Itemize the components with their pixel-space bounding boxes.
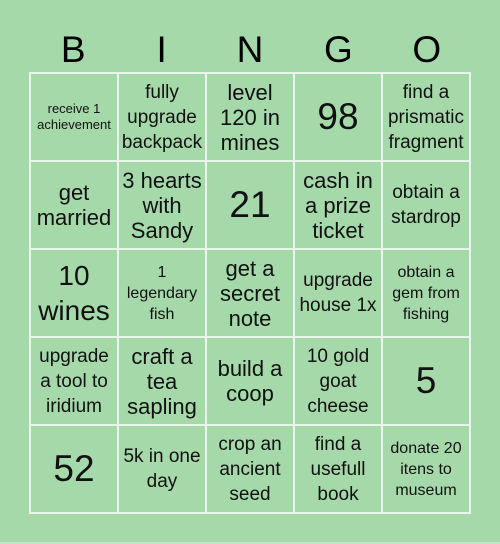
bingo-cell[interactable]: 10 gold goat cheese: [295, 338, 383, 426]
header-letter-b: B: [60, 29, 86, 70]
cell-text: find a usefull book: [310, 433, 366, 505]
bingo-cell[interactable]: fully upgrade backpack: [119, 74, 207, 162]
bingo-cell[interactable]: upgrade a tool to iridium: [31, 338, 119, 426]
bingo-cell[interactable]: get a secret note: [207, 250, 295, 338]
cell-text: 3 hearts with Sandy: [122, 167, 202, 243]
cell-text: 5k in one day: [123, 446, 201, 492]
cell-text: upgrade a tool to iridium: [39, 345, 109, 417]
bingo-board: receive 1 achievement fully upgrade back…: [29, 72, 471, 514]
cell-text: 5: [415, 360, 437, 401]
cell-text: get married: [36, 180, 112, 230]
cell-text: craft a tea sapling: [127, 343, 197, 419]
header-letter-n: N: [236, 29, 264, 70]
bingo-cell[interactable]: donate 20 itens to museum: [383, 426, 471, 514]
header-letter-o: O: [412, 29, 442, 70]
bingo-cell[interactable]: receive 1 achievement: [31, 74, 119, 162]
bingo-cell[interactable]: get married: [31, 162, 119, 250]
cell-text: crop an ancient seed: [218, 433, 282, 505]
cell-text: level 120 in mines: [220, 79, 280, 155]
bingo-cell[interactable]: find a prismatic fragment: [383, 74, 471, 162]
bingo-cell[interactable]: level 120 in mines: [207, 74, 295, 162]
bingo-header: B I N G O: [29, 28, 471, 72]
cell-text: 98: [317, 96, 359, 137]
bingo-cell[interactable]: obtain a gem from fishing: [383, 250, 471, 338]
bingo-cell[interactable]: crop an ancient seed: [207, 426, 295, 514]
cell-text: donate 20 itens to museum: [390, 439, 462, 499]
cell-text: 52: [53, 448, 95, 489]
bingo-cell[interactable]: find a usefull book: [295, 426, 383, 514]
bingo-cell[interactable]: 10 wines: [31, 250, 119, 338]
cell-text: cash in a prize ticket: [303, 167, 373, 243]
bingo-cell[interactable]: 5k in one day: [119, 426, 207, 514]
bingo-cell[interactable]: 5: [383, 338, 471, 426]
bingo-cell[interactable]: cash in a prize ticket: [295, 162, 383, 250]
cell-text: 10 wines: [38, 260, 110, 326]
cell-text: find a prismatic fragment: [387, 81, 464, 153]
bingo-cell[interactable]: build a coop: [207, 338, 295, 426]
cell-text: upgrade house 1x: [299, 270, 377, 316]
cell-text: get a secret note: [220, 255, 280, 331]
bingo-cell[interactable]: craft a tea sapling: [119, 338, 207, 426]
cell-text: obtain a gem from fishing: [392, 263, 460, 323]
cell-text: fully upgrade backpack: [121, 81, 203, 153]
bingo-cell[interactable]: 21: [207, 162, 295, 250]
cell-text: 21: [229, 184, 271, 225]
cell-text: build a coop: [217, 356, 283, 406]
cell-text: 10 gold goat cheese: [306, 345, 370, 417]
header-letter-g: G: [324, 29, 353, 70]
bingo-cell[interactable]: 1 legendary fish: [119, 250, 207, 338]
cell-text: receive 1 achievement: [37, 101, 111, 132]
bingo-cell[interactable]: upgrade house 1x: [295, 250, 383, 338]
header-letter-i: I: [156, 29, 167, 70]
cell-text: 1 legendary fish: [126, 263, 198, 323]
bingo-cell[interactable]: 3 hearts with Sandy: [119, 162, 207, 250]
bingo-cell[interactable]: 98: [295, 74, 383, 162]
bingo-cell[interactable]: 52: [31, 426, 119, 514]
bingo-cell[interactable]: obtain a stardrop: [383, 162, 471, 250]
cell-text: obtain a stardrop: [391, 182, 461, 228]
